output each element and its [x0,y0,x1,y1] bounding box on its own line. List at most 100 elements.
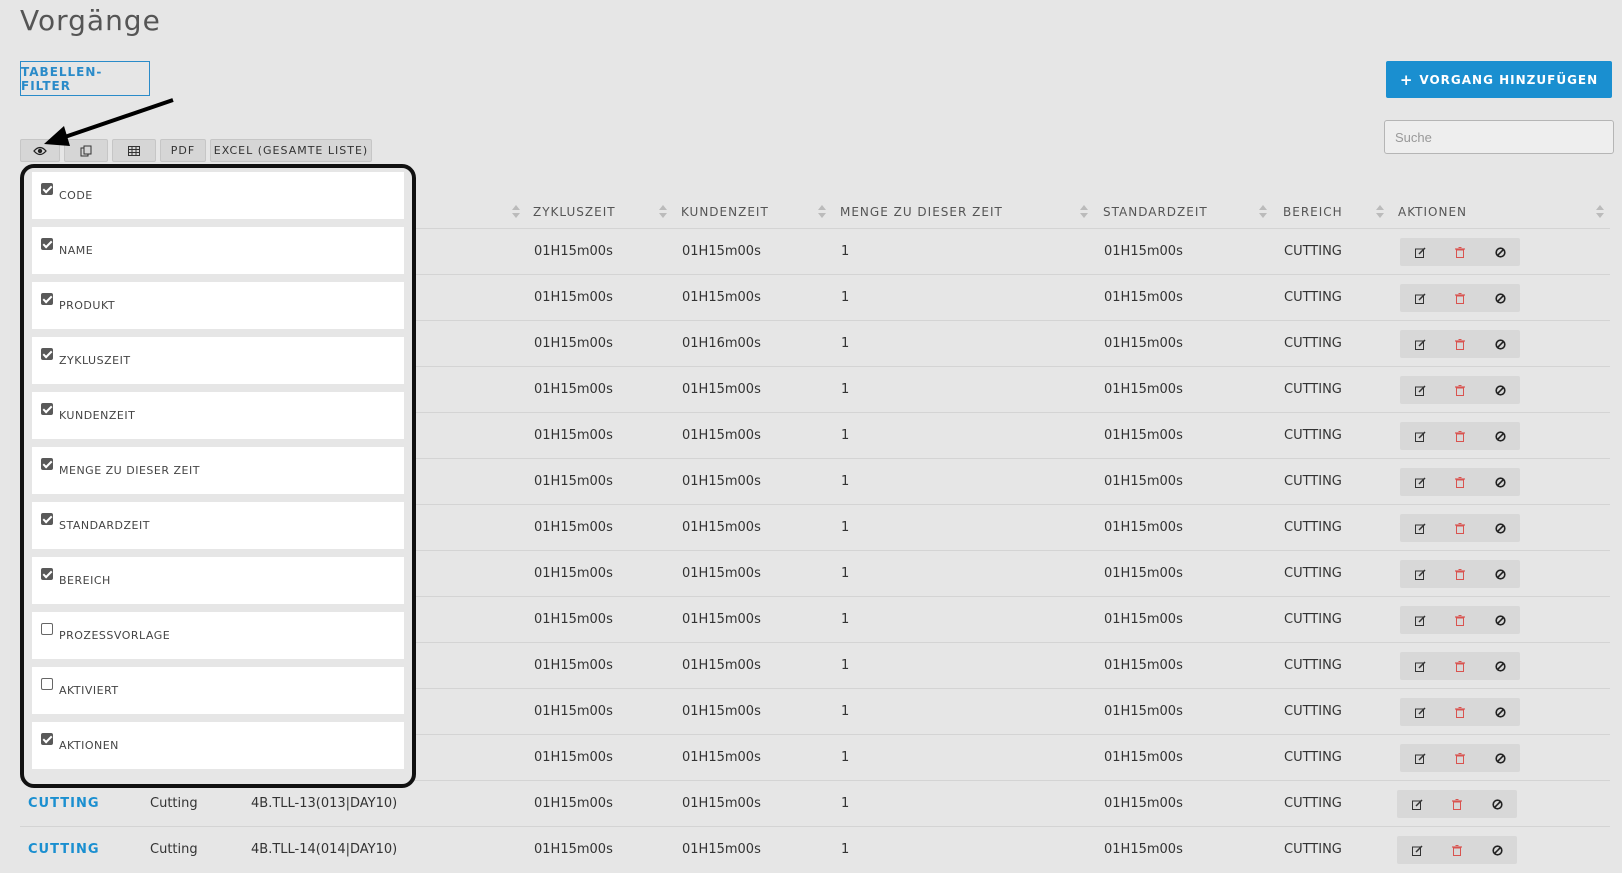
deactivate-button[interactable] [1488,702,1512,722]
column-checkbox[interactable] [41,623,53,635]
deactivate-button[interactable] [1488,610,1512,630]
sort-icon[interactable] [659,205,667,219]
edit-button[interactable] [1408,748,1432,768]
ban-icon [1494,430,1506,442]
delete-button[interactable] [1448,564,1472,584]
delete-button[interactable] [1448,656,1472,676]
delete-button[interactable] [1448,380,1472,400]
deactivate-button[interactable] [1488,748,1512,768]
deactivate-button[interactable] [1488,564,1512,584]
edit-button[interactable] [1408,426,1432,446]
edit-button[interactable] [1408,702,1432,722]
sort-icon[interactable] [818,205,826,219]
column-option[interactable]: ZYKLUSZEIT [32,337,404,384]
edit-icon [1414,660,1426,672]
column-checkbox[interactable] [41,293,53,305]
column-option[interactable]: NAME [32,227,404,274]
delete-button[interactable] [1448,702,1472,722]
column-checkbox[interactable] [41,238,53,250]
cell-kundenzeit: 01H15m00s [682,290,761,305]
deactivate-button[interactable] [1488,288,1512,308]
header-zykluszeit[interactable]: ZYKLUSZEIT [533,196,616,228]
edit-button[interactable] [1408,472,1432,492]
column-checkbox[interactable] [41,733,53,745]
add-vorgang-button[interactable]: + VORGANG HINZUFÜGEN [1386,61,1612,98]
sort-icon[interactable] [1259,205,1267,219]
column-option[interactable]: PROZESSVORLAGE [32,612,404,659]
delete-button[interactable] [1448,518,1472,538]
deactivate-button[interactable] [1488,472,1512,492]
edit-button[interactable] [1408,380,1432,400]
column-option[interactable]: STANDARDZEIT [32,502,404,549]
sort-icon[interactable] [1080,205,1088,219]
delete-button[interactable] [1448,288,1472,308]
delete-button[interactable] [1445,794,1469,814]
cell-menge: 1 [841,244,850,259]
edit-button[interactable] [1408,288,1432,308]
edit-button[interactable] [1408,242,1432,262]
header-standardzeit[interactable]: STANDARDZEIT [1103,196,1208,228]
delete-button[interactable] [1448,748,1472,768]
cell-zykluszeit: 01H15m00s [534,244,613,259]
deactivate-button[interactable] [1488,380,1512,400]
column-option[interactable]: CODE [32,172,404,219]
table-filter-button[interactable]: TABELLEN-FILTER [20,61,150,96]
deactivate-button[interactable] [1488,656,1512,676]
cell-menge: 1 [841,566,850,581]
deactivate-button[interactable] [1488,426,1512,446]
column-checkbox[interactable] [41,513,53,525]
column-option[interactable]: MENGE ZU DIESER ZEIT [32,447,404,494]
cell-standardzeit: 01H15m00s [1104,658,1183,673]
edit-button[interactable] [1408,334,1432,354]
sort-icon[interactable] [1376,205,1384,219]
header-bereich[interactable]: BEREICH [1283,196,1343,228]
column-option[interactable]: AKTIVIERT [32,667,404,714]
delete-button[interactable] [1448,242,1472,262]
edit-button[interactable] [1408,656,1432,676]
edit-button[interactable] [1408,610,1432,630]
column-option[interactable]: KUNDENZEIT [32,392,404,439]
edit-button[interactable] [1408,564,1432,584]
row-actions [1397,836,1517,864]
header-kundenzeit[interactable]: KUNDENZEIT [681,196,769,228]
sort-icon[interactable] [512,205,520,219]
sort-icon[interactable] [1596,205,1604,219]
cell-standardzeit: 01H15m00s [1104,750,1183,765]
row-actions [1400,606,1520,634]
deactivate-button[interactable] [1488,518,1512,538]
delete-button[interactable] [1448,610,1472,630]
edit-button[interactable] [1405,794,1429,814]
deactivate-button[interactable] [1488,242,1512,262]
column-option-label: NAME [59,244,94,257]
column-option[interactable]: BEREICH [32,557,404,604]
search-input[interactable]: Suche [1384,120,1614,154]
column-option[interactable]: AKTIONEN [32,722,404,769]
cell-zykluszeit: 01H15m00s [534,428,613,443]
column-checkbox[interactable] [41,183,53,195]
delete-button[interactable] [1445,840,1469,860]
delete-button[interactable] [1448,472,1472,492]
column-checkbox[interactable] [41,678,53,690]
delete-button[interactable] [1448,334,1472,354]
delete-button[interactable] [1448,426,1472,446]
column-checkbox[interactable] [41,568,53,580]
edit-button[interactable] [1408,518,1432,538]
excel-button[interactable]: EXCEL (GESAMTE LISTE) [210,139,372,162]
edit-icon [1414,430,1426,442]
cell-bereich: CUTTING [1284,244,1342,259]
column-option[interactable]: PRODUKT [32,282,404,329]
ban-icon [1494,246,1506,258]
column-checkbox[interactable] [41,348,53,360]
trash-icon [1455,246,1465,258]
deactivate-button[interactable] [1485,794,1509,814]
deactivate-button[interactable] [1485,840,1509,860]
trash-icon [1455,522,1465,534]
cell-code[interactable]: CUTTING [28,827,100,873]
header-menge[interactable]: MENGE ZU DIESER ZEIT [840,196,1003,228]
header-aktionen[interactable]: AKTIONEN [1398,196,1467,228]
edit-button[interactable] [1405,840,1429,860]
deactivate-button[interactable] [1488,334,1512,354]
column-checkbox[interactable] [41,403,53,415]
column-option-label: PRODUKT [59,299,116,312]
column-checkbox[interactable] [41,458,53,470]
